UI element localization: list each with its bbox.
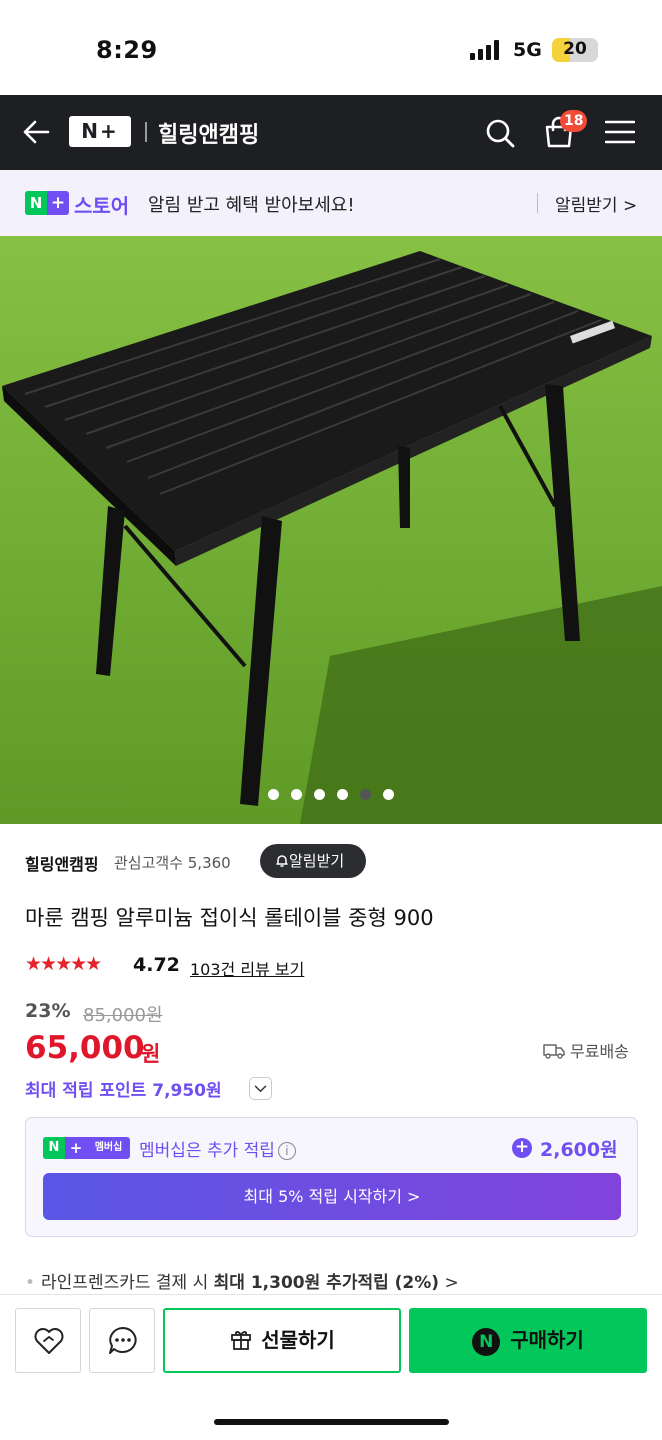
naver-plus-store-logo: N + [25, 191, 69, 215]
store-label: 스토어 [74, 194, 130, 218]
card-note-prefix: 라인프렌즈카드 결제 시 [41, 1273, 209, 1293]
bottom-action-bar: 선물하기 N 구매하기 [0, 1294, 662, 1440]
membership-box: N + 멤버십 멤버십은 추가 적립 i + 2,600원 최대 5% 적립 시작하… [25, 1117, 638, 1237]
battery-level: 20 [563, 39, 587, 59]
discount-rate: 23% [25, 1000, 71, 1022]
truck-icon [543, 1044, 565, 1059]
interest-count: 관심고객수 5,360 [114, 854, 231, 872]
membership-description-text: 멤버십은 추가 적립 [139, 1141, 275, 1161]
store-alert-banner[interactable]: N + 스토어 알림 받고 혜택 받아보세요! 알림받기 > [0, 170, 662, 236]
carousel-dot[interactable] [291, 789, 302, 800]
star-rating-icon: ★★★★★ [25, 953, 102, 975]
plus-circle-icon: + [512, 1138, 532, 1158]
membership-amount: 2,600원 [540, 1139, 618, 1161]
header-divider [145, 122, 147, 142]
buy-button[interactable]: N 구매하기 [409, 1308, 647, 1373]
seller-alarm-label: 알림받기 [289, 852, 345, 870]
original-price: 85,000원 [83, 1005, 163, 1026]
product-image-carousel[interactable] [0, 236, 662, 824]
rating-score: 4.72 [133, 954, 180, 976]
network-label: 5G [513, 39, 542, 61]
reviews-link[interactable]: 103건 리뷰 보기 [190, 956, 304, 980]
carousel-dots [0, 789, 662, 800]
bell-plus-icon [276, 855, 288, 867]
app-header: N+ 힐링앤캠핑 18 [0, 95, 662, 170]
gift-button[interactable]: 선물하기 [163, 1308, 401, 1373]
wishlist-button[interactable] [15, 1308, 81, 1373]
cart-count-badge: 18 [560, 110, 588, 132]
home-indicator [214, 1419, 449, 1425]
membership-start-button[interactable]: 최대 5% 적립 시작하기 > [43, 1173, 621, 1220]
back-arrow-icon[interactable] [22, 117, 52, 147]
chevron-down-icon[interactable] [249, 1077, 272, 1100]
promo-message: 알림 받고 혜택 받아보세요! [148, 195, 355, 216]
status-bar: 8:29 5G 20 [0, 0, 662, 95]
buy-label: 구매하기 [510, 1328, 584, 1352]
chat-button[interactable] [89, 1308, 155, 1373]
gift-icon [231, 1331, 252, 1350]
bullet-icon: • [25, 1273, 36, 1293]
heart-icon [34, 1328, 64, 1354]
sale-price: 65,000 [25, 1030, 145, 1066]
product-photo [0, 236, 662, 824]
membership-tag: N + 멤버십 [43, 1137, 130, 1159]
membership-description: 멤버십은 추가 적립 i [139, 1136, 296, 1161]
membership-tag-label: 멤버십 [94, 1142, 123, 1153]
card-note-highlight: 최대 1,300원 추가적립 (2%) [213, 1273, 440, 1293]
banner-divider [537, 193, 538, 213]
card-note-chevron: > [444, 1273, 459, 1293]
carousel-dot-active[interactable] [360, 789, 371, 800]
seller-name[interactable]: 힐링앤캠핑 [25, 851, 99, 875]
seller-alarm-button[interactable]: 알림받기 [260, 844, 366, 878]
status-time: 8:29 [96, 36, 158, 64]
chat-bubble-icon [109, 1327, 137, 1354]
signal-icon [470, 40, 499, 60]
hamburger-menu-icon[interactable] [605, 120, 635, 144]
carousel-dot[interactable] [268, 789, 279, 800]
max-points: 최대 적립 포인트 7,950원 [25, 1081, 222, 1101]
carousel-dot[interactable] [314, 789, 325, 800]
carousel-dot[interactable] [337, 789, 348, 800]
price-unit: 원 [141, 1042, 161, 1066]
subscribe-alert-link[interactable]: 알림받기 > [555, 191, 637, 216]
card-benefit-note[interactable]: • 라인프렌즈카드 결제 시 최대 1,300원 추가적립 (2%) > [25, 1268, 459, 1293]
carousel-dot[interactable] [383, 789, 394, 800]
shipping-label: 무료배송 [570, 1042, 629, 1061]
shipping-info: 무료배송 [543, 1038, 629, 1062]
search-icon[interactable] [484, 117, 516, 149]
shop-name[interactable]: 힐링앤캠핑 [158, 117, 259, 149]
gift-label: 선물하기 [261, 1328, 335, 1352]
naver-pay-icon: N [472, 1328, 501, 1356]
product-title: 마룬 캠핑 알루미늄 접이식 롤테이블 중형 900 [25, 906, 434, 930]
naver-plus-logo[interactable]: N+ [69, 116, 131, 147]
battery-icon: 20 [552, 38, 598, 62]
info-icon[interactable]: i [277, 1142, 296, 1160]
